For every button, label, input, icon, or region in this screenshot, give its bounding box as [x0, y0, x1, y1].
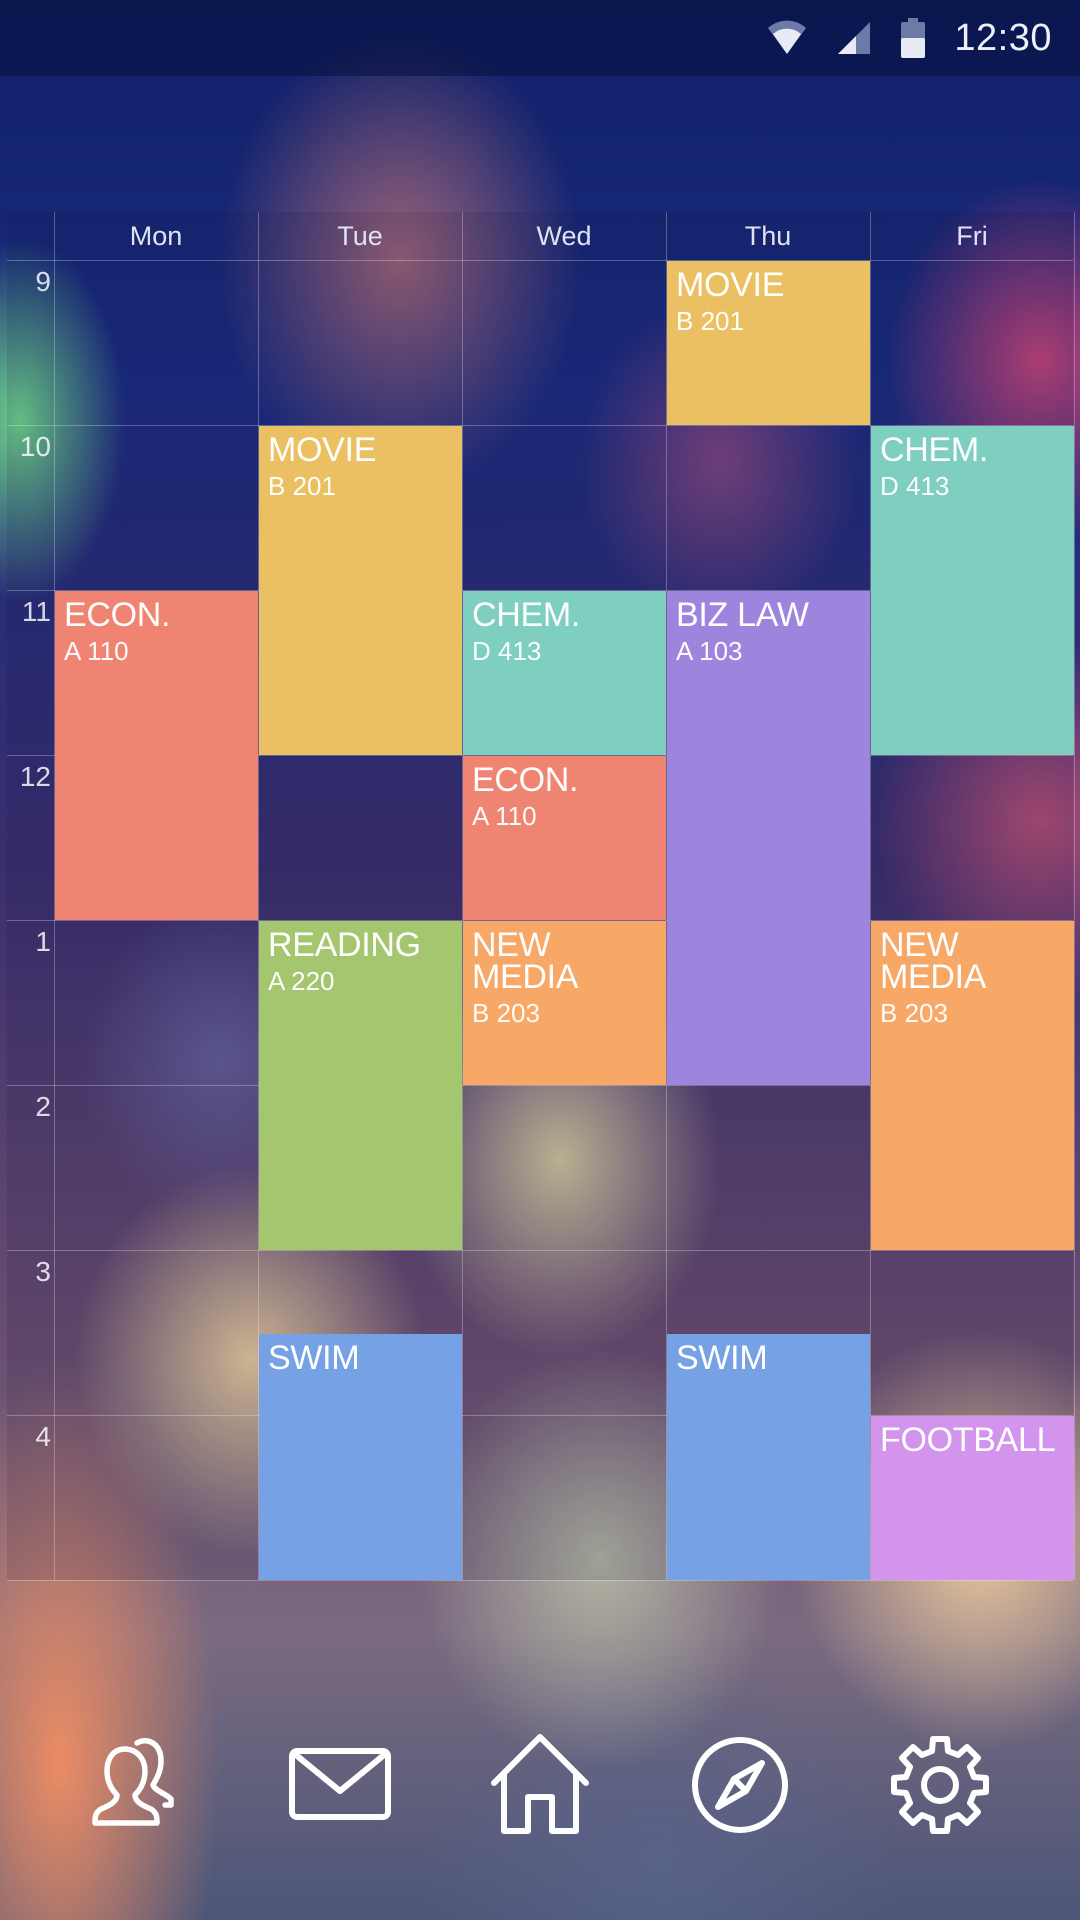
class-room: A 110	[472, 801, 537, 831]
hour-label: 4	[35, 1421, 51, 1452]
grid-column-divider	[870, 212, 871, 1580]
settings-gear-icon	[891, 1736, 989, 1834]
class-room: A 110	[64, 636, 129, 666]
class-block-reading-tue[interactable]: READING A 220	[259, 921, 462, 1250]
class-title: SWIM	[676, 1338, 768, 1377]
class-block-new-media-wed[interactable]: NEW MEDIA B 203	[463, 921, 666, 1085]
day-header-wed: Wed	[536, 221, 592, 251]
class-block-biz-law-thu[interactable]: BIZ LAW A 103	[667, 591, 870, 1085]
class-block-football-fri[interactable]: FOOTBALL	[871, 1416, 1074, 1580]
day-header-fri: Fri	[956, 221, 988, 251]
hour-label: 1	[35, 926, 51, 957]
hour-label: 10	[19, 431, 51, 462]
nav-mail-button[interactable]	[285, 1730, 395, 1840]
day-header-tue: Tue	[337, 221, 383, 251]
class-title: MOVIE	[676, 266, 785, 304]
class-title: ECON.	[472, 761, 579, 799]
status-bar: 12:30	[0, 0, 1080, 76]
class-block-new-media-fri[interactable]: NEW MEDIA B 203	[871, 921, 1074, 1250]
hour-label: 2	[35, 1091, 51, 1122]
class-block-chem-wed[interactable]: CHEM. D 413	[463, 591, 666, 755]
class-title: ECON.	[64, 596, 171, 634]
hour-label: 11	[21, 596, 51, 627]
home-icon	[491, 1734, 589, 1834]
day-header-row: Mon Tue Wed Thu Fri	[7, 212, 1073, 260]
class-room: B 201	[676, 306, 744, 336]
class-title: NEW MEDIA	[472, 926, 579, 996]
class-title: MOVIE	[268, 431, 377, 469]
class-room: D 413	[880, 471, 950, 501]
class-title: FOOTBALL	[880, 1421, 1056, 1459]
wifi-icon	[768, 20, 807, 54]
mail-icon	[289, 1748, 391, 1820]
grid-row-divider	[7, 1250, 1073, 1251]
grid-column-divider	[1074, 212, 1075, 1580]
class-block-swim-thu[interactable]: SWIM	[667, 1333, 870, 1580]
class-room: D 413	[472, 636, 542, 666]
nav-settings-button[interactable]	[885, 1730, 995, 1840]
hour-label: 9	[35, 266, 51, 297]
nav-home-button[interactable]	[485, 1730, 595, 1840]
class-title: NEW MEDIA	[880, 926, 987, 996]
class-block-econ-mon[interactable]: ECON. A 110	[55, 591, 258, 920]
class-title: CHEM.	[472, 596, 581, 634]
bottom-navigation	[0, 1730, 1080, 1840]
class-room: A 220	[268, 966, 335, 996]
hour-label: 12	[19, 761, 51, 792]
grid-row-divider	[7, 260, 1073, 261]
cellular-signal-icon	[838, 22, 871, 54]
grid-row-divider	[7, 1580, 1073, 1581]
class-room: B 201	[268, 471, 336, 501]
nav-contacts-button[interactable]	[80, 1730, 190, 1840]
class-block-econ-wed[interactable]: ECON. A 110	[463, 756, 666, 920]
battery-icon	[901, 18, 926, 58]
compass-icon	[692, 1737, 788, 1833]
day-header-mon: Mon	[129, 221, 183, 251]
class-block-movie-thu[interactable]: MOVIE B 201	[667, 261, 870, 425]
contacts-icon	[92, 1738, 174, 1826]
weekly-timetable: Mon Tue Wed Thu Fri 9 10 11 12 1 2 3 4 MOVIE B 201 MOV…	[7, 212, 1075, 1581]
class-block-movie-tue[interactable]: MOVIE B 201	[259, 426, 462, 755]
class-title: BIZ LAW	[676, 596, 809, 634]
class-room: B 203	[472, 998, 540, 1028]
class-title: CHEM.	[880, 431, 989, 469]
class-title: READING	[268, 926, 421, 964]
class-room: A 103	[676, 636, 743, 666]
nav-explore-button[interactable]	[685, 1730, 795, 1840]
class-block-swim-tue[interactable]: SWIM	[259, 1333, 462, 1580]
day-header-thu: Thu	[744, 221, 792, 251]
class-block-chem-fri[interactable]: CHEM. D 413	[871, 426, 1074, 755]
class-title: SWIM	[268, 1338, 360, 1377]
status-clock: 12:30	[954, 16, 1052, 59]
hour-label: 3	[35, 1256, 51, 1287]
class-room: B 203	[880, 998, 948, 1028]
